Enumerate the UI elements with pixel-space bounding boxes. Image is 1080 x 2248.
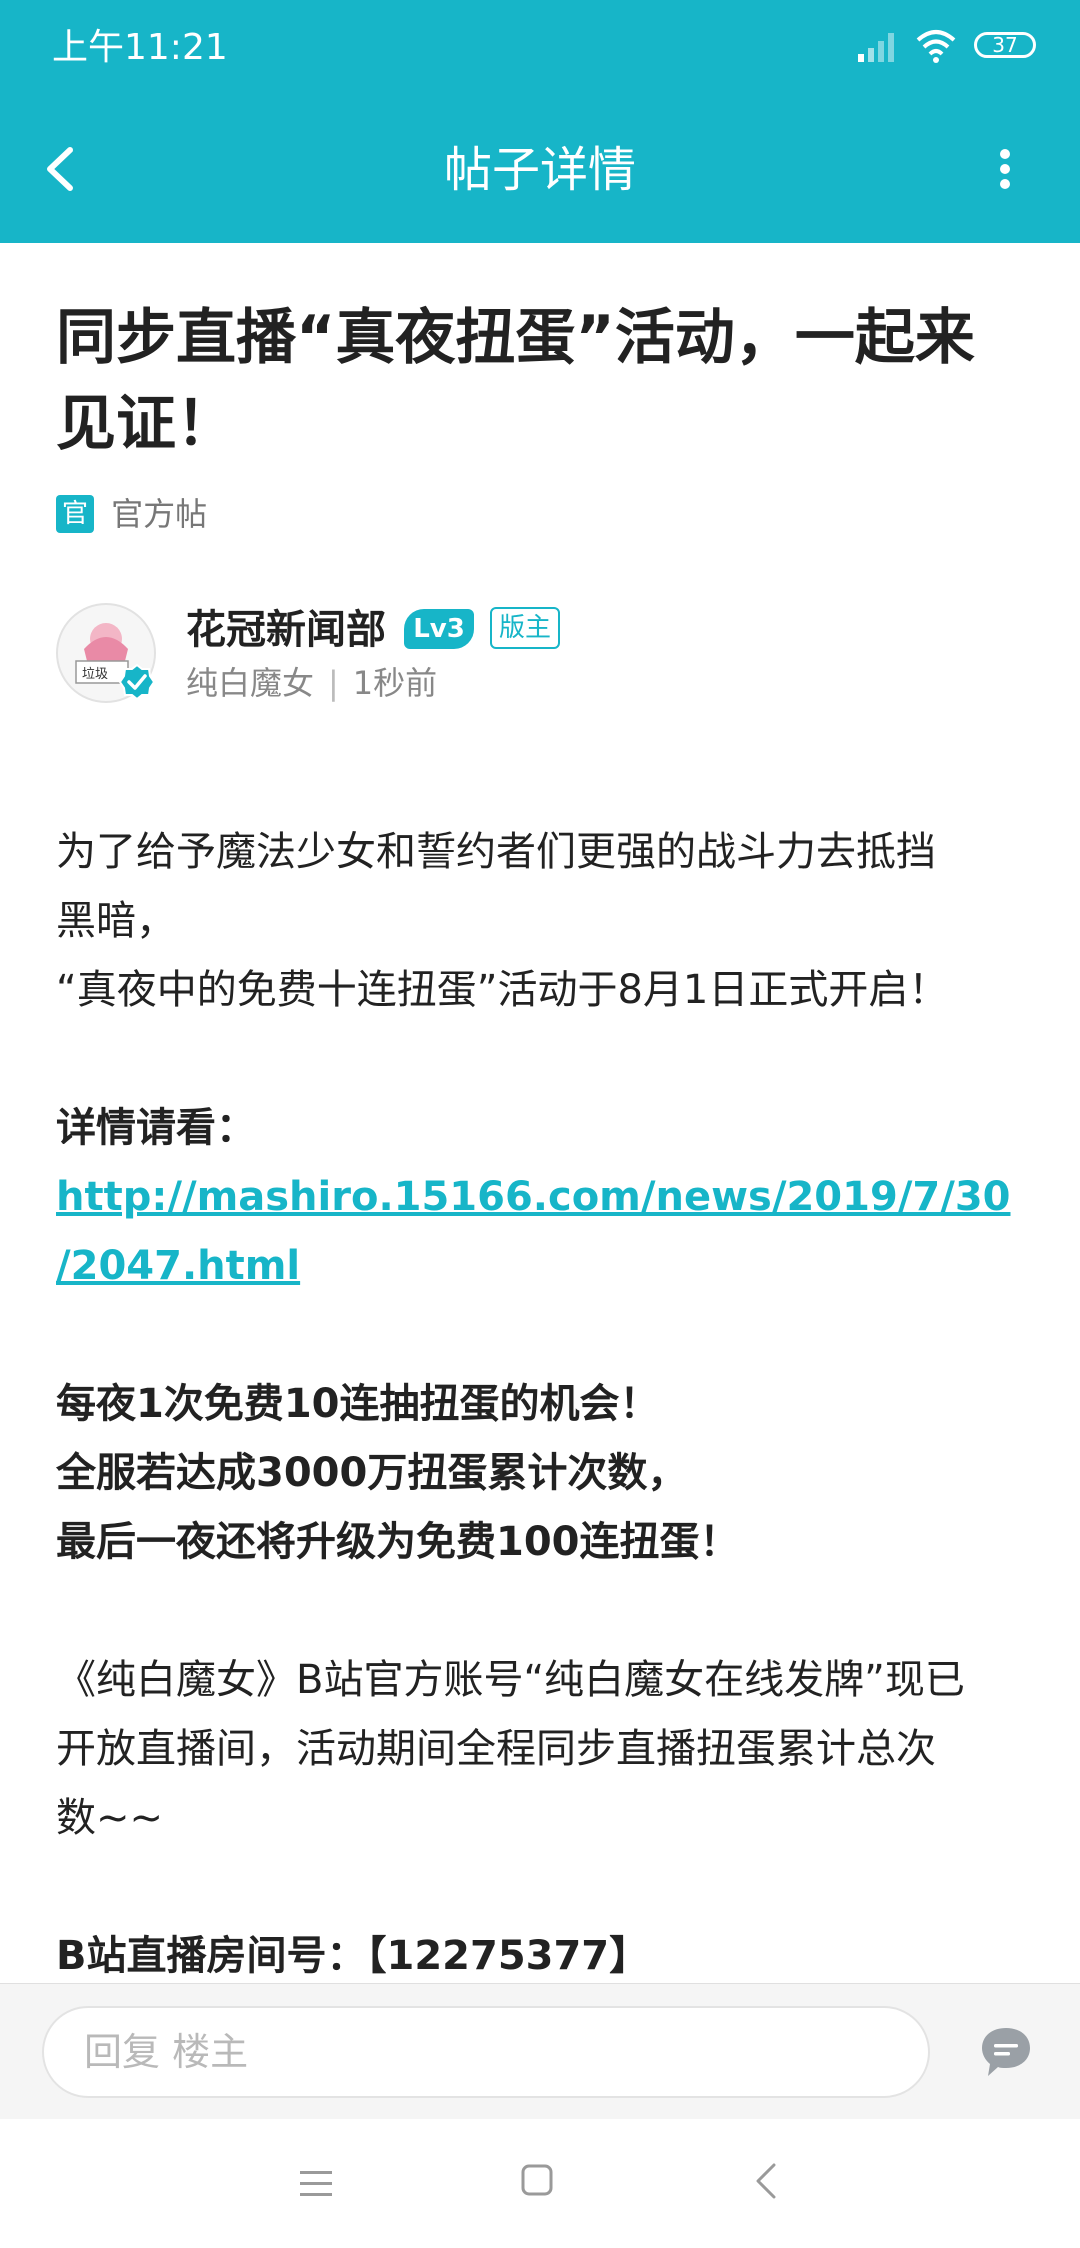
post-body-line: “真夜中的免费十连扭蛋”活动于8月1日正式开启！ [56,967,949,1013]
post-body-line [56,1577,1036,1646]
home-icon[interactable] [520,2163,554,2197]
moderator-badge: 版主 [490,607,560,649]
post-body-line: 全服若达成3000万扭蛋累计次数， [56,1450,688,1496]
meta-separator: | [328,664,339,702]
author-meta: 纯白魔女 | 1秒前 [186,661,437,705]
post-body-line: 开放直播间，活动期间全程同步直播扭蛋累计总次 [56,1726,936,1772]
app-bar: 帖子详情 [0,98,1080,243]
official-tag: 官 官方帖 [56,495,207,535]
status-time: 上午11:21 [52,27,228,68]
forum-name[interactable]: 纯白魔女 [186,664,314,702]
post-body: 为了给予魔法少女和誓约者们更强的战斗力去抵挡 黑暗， “真夜中的免费十连扭蛋”活… [56,818,1036,1983]
official-label: 官方帖 [111,495,208,533]
system-nav-bar [0,2119,1080,2248]
post-body-line: B站直播房间号：【12275377】 [56,1933,650,1979]
avatar-caption: 垃圾 [82,667,108,682]
post-body-line: 黑暗， [56,898,176,944]
post-time: 1秒前 [352,664,438,702]
recent-apps-icon[interactable] [296,2165,336,2201]
nav-back-icon[interactable] [754,2161,778,2201]
battery-icon: 37 [974,32,1036,58]
post-link[interactable]: /2047.html [56,1232,1036,1301]
reply-bar: 回复 楼主 [0,1983,1080,2119]
post-body-line: 每夜1次免费10连抽扭蛋的机会！ [56,1381,660,1427]
post-link[interactable]: http://mashiro.15166.com/news/2019/7/30 [56,1163,1036,1232]
reply-input[interactable]: 回复 楼主 [42,2006,930,2098]
post-body-line [56,1853,1036,1922]
post-body-line: 最后一夜还将升级为免费100连扭蛋！ [56,1519,740,1565]
verified-icon [118,663,156,701]
page-title: 帖子详情 [443,142,636,198]
post-body-line: 数~~ [56,1795,164,1841]
post-body-line [56,1025,1036,1094]
level-badge: Lv3 [404,609,474,649]
author-name[interactable]: 花冠新闻部 [186,603,386,657]
wifi-icon [916,30,956,63]
more-menu-icon[interactable] [980,134,1030,204]
signal-icon [858,33,894,62]
post-body-line [56,1301,1036,1370]
official-badge: 官 [56,495,94,533]
post-body-line: 《纯白魔女》B站官方账号“纯白魔女在线发牌”现已 [56,1657,965,1703]
post-content[interactable]: 同步直播“真夜扭蛋”活动，一起来见证！ 官 官方帖 垃圾 花冠新闻部 Lv3 版… [0,243,1080,1983]
status-bar: 上午11:21 37 [0,0,1080,98]
post-body-line: 详情请看： [56,1105,256,1151]
post-body-line: 为了给予魔法少女和誓约者们更强的战斗力去抵挡 [56,829,936,875]
post-title: 同步直播“真夜扭蛋”活动，一起来见证！ [56,303,975,459]
chat-bubble-icon[interactable] [978,2024,1034,2080]
